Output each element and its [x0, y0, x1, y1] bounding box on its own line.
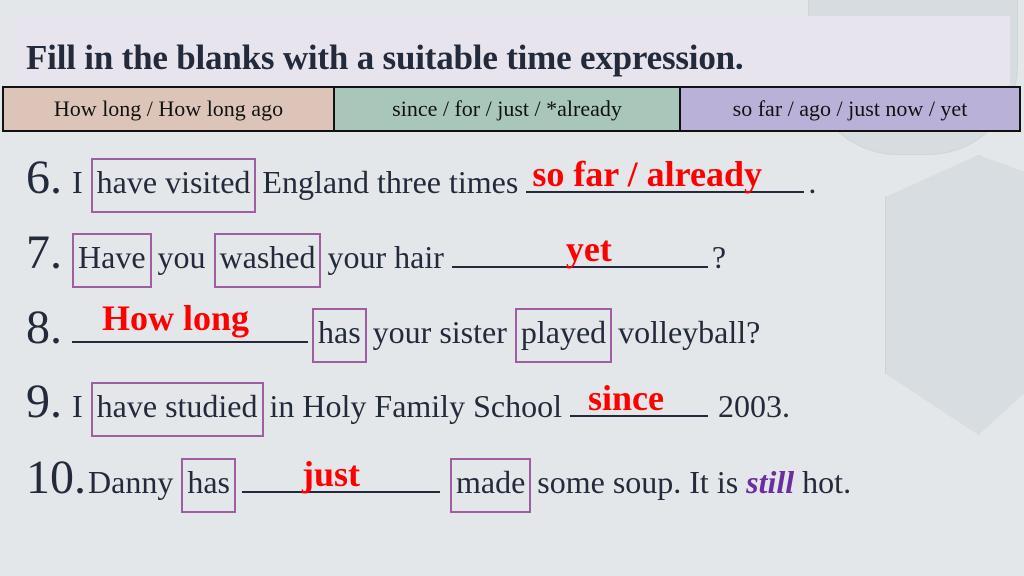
decorative-shape-shield [885, 155, 1024, 435]
question-number: 7. [26, 226, 62, 279]
question-text: Danny [88, 464, 174, 500]
answer-blank[interactable]: yet [451, 229, 708, 269]
question-10: 10. Danny has just made some soup. It is… [26, 450, 851, 513]
hint-so-far: so far / ago / just now / yet [681, 88, 1019, 130]
answer-text: so far / already [532, 154, 762, 194]
answer-text: yet [565, 229, 612, 269]
hint-how-long: How long / How long ago [4, 88, 335, 130]
question-8: 8. How long has your sister played volle… [26, 298, 768, 363]
answer-blank[interactable]: so far / already [526, 154, 805, 194]
hint-bar: How long / How long ago since / for / ju… [2, 86, 1021, 132]
question-9: 9. I have studied in Holy Family School … [26, 374, 790, 437]
boxed-verb: played [514, 308, 613, 363]
question-text: some soup. It is [537, 464, 739, 500]
question-number: 6. [26, 151, 62, 204]
hint-since-for: since / for / just / *already [335, 88, 681, 130]
question-text: 2003. [717, 388, 790, 424]
question-7: 7. Have you washed your hair yet ? [26, 225, 726, 288]
question-text: I [72, 164, 83, 200]
page-title: Fill in the blanks with a suitable time … [26, 38, 744, 77]
question-text: hot. [802, 464, 852, 500]
question-number: 9. [26, 375, 62, 428]
question-number: 10. [26, 451, 86, 504]
question-text: your sister [372, 314, 507, 350]
punctuation: ? [711, 239, 727, 275]
question-text: your hair [327, 239, 444, 275]
boxed-verb: have studied [90, 382, 264, 437]
answer-blank[interactable]: since [569, 378, 708, 418]
answer-text: just [301, 454, 360, 494]
answer-text: since [587, 378, 664, 418]
boxed-verb: has [312, 308, 367, 363]
boxed-verb: made [449, 458, 532, 513]
question-text: in Holy Family School [269, 388, 562, 424]
answer-blank[interactable]: just [241, 454, 440, 494]
boxed-verb: has [181, 458, 236, 513]
emphasis-word: still [746, 464, 795, 500]
answer-blank[interactable]: How long [72, 298, 308, 343]
boxed-verb: Have [72, 233, 152, 288]
question-text: England three times [262, 164, 519, 200]
punctuation: . [808, 164, 817, 200]
boxed-verb: washed [213, 233, 322, 288]
question-text: I [72, 388, 83, 424]
question-number: 8. [26, 301, 62, 354]
boxed-verb: have visited [90, 158, 257, 213]
question-text: volleyball? [618, 314, 761, 350]
question-text: you [157, 239, 206, 275]
answer-text: How long [102, 298, 250, 338]
question-6: 6. I have visited England three times so… [26, 150, 816, 213]
